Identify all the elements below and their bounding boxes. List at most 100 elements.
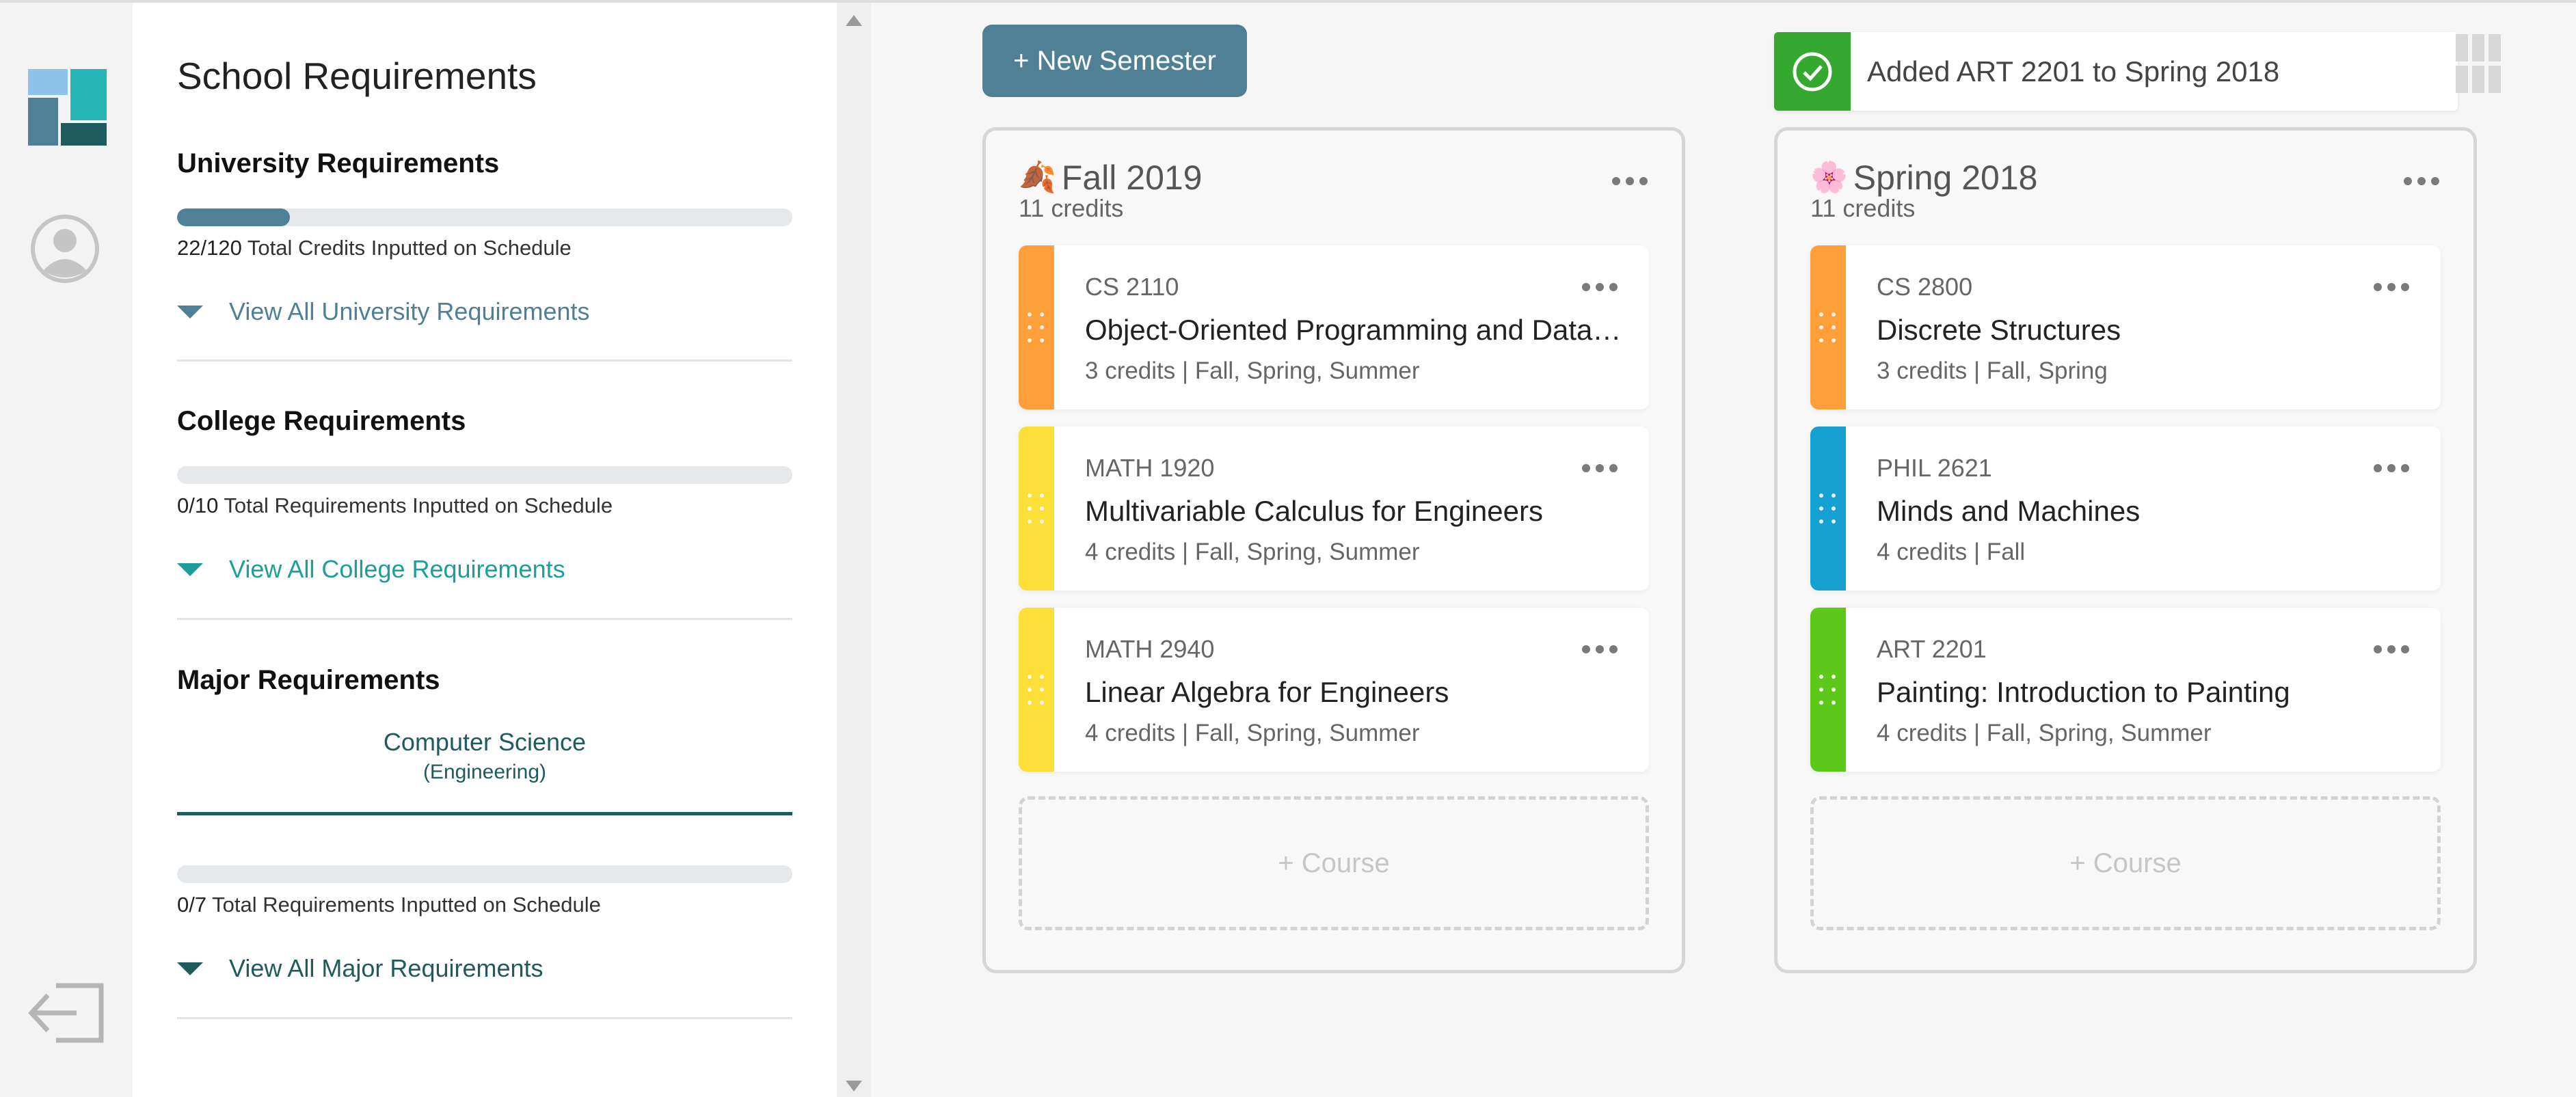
section-title: College Requirements [177,406,466,436]
triangle-down-icon [177,962,203,975]
major-tab-computer-science[interactable]: Computer Science (Engineering) [177,728,792,784]
drag-handle-icon[interactable] [1819,675,1837,707]
profile-avatar-icon[interactable] [29,213,100,284]
course-name: Minds and Machines [1877,495,2141,527]
semester-name: Fall 2019 [1061,159,1203,197]
panel-scrollbar[interactable] [837,3,871,1097]
university-requirements-section: University Requirements 22/120 Total Cre… [177,148,792,367]
course-meta: 3 credits | Fall, Spring [1877,357,2108,384]
flower-icon: 🌸 [1810,161,1848,194]
divider [177,1017,792,1019]
add-course-button[interactable]: + Course [1810,796,2441,930]
course-card[interactable]: MATH 2940 Linear Algebra for Engineers 4… [1019,608,1649,772]
course-meta: 4 credits | Fall [1877,539,2026,565]
course-name: Linear Algebra for Engineers [1085,676,1449,708]
course-card[interactable]: MATH 1920 Multivariable Calculus for Eng… [1019,426,1649,591]
course-meta: 4 credits | Fall, Spring, Summer [1877,720,2212,746]
course-card[interactable]: CS 2800 Discrete Structures 3 credits | … [1810,245,2441,409]
section-title: University Requirements [177,148,500,178]
course-menu-icon[interactable] [2374,283,2409,291]
course-code: CS 2110 [1085,273,1179,301]
semester-menu-icon[interactable] [1612,177,1648,185]
progress-count: 22/120 [177,236,242,260]
course-name: Discrete Structures [1877,314,2121,346]
progress-bar [177,208,792,226]
progress-text: 0/7 Total Requirements Inputted on Sched… [177,893,601,917]
course-code: PHIL 2621 [1877,454,1992,482]
course-code: MATH 2940 [1085,635,1215,663]
progress-count: 0/10 [177,493,219,517]
new-semester-button[interactable]: + New Semester [982,25,1247,97]
course-menu-icon[interactable] [2374,645,2409,653]
course-color-strip[interactable] [1810,608,1846,772]
course-meta: 4 credits | Fall, Spring, Summer [1085,720,1420,746]
course-name: Painting: Introduction to Painting [1877,676,2290,708]
semester-credits: 11 credits [1019,194,1124,222]
check-circle-icon [1774,32,1851,111]
add-course-button[interactable]: + Course [1019,796,1649,930]
course-menu-icon[interactable] [2374,464,2409,472]
semester-header: 🌸 Spring 2018 [1810,158,2037,198]
course-menu-icon[interactable] [1582,283,1618,291]
course-meta: 3 credits | Fall, Spring, Summer [1085,357,1420,384]
progress-label: Total Credits Inputted on Schedule [241,236,572,260]
semester-credits: 11 credits [1810,194,1916,222]
semester-menu-icon[interactable] [2404,177,2439,185]
progress-label: Total Requirements Inputted on Schedule [218,493,613,517]
link-label: View All College Requirements [229,555,565,583]
link-label: View All Major Requirements [229,954,544,982]
semester-header: 🍂 Fall 2019 [1019,158,1203,198]
nav-sidebar [0,3,133,1097]
drag-handle-icon[interactable] [1028,493,1045,526]
course-color-strip[interactable] [1019,245,1054,409]
scroll-down-arrow-icon[interactable] [846,1081,862,1092]
toast-message: Added ART 2201 to Spring 2018 [1867,55,2280,87]
progress-text: 0/10 Total Requirements Inputted on Sche… [177,493,613,518]
logout-icon[interactable] [27,979,106,1047]
course-name: Object-Oriented Programming and Data Str… [1085,314,1625,346]
course-card[interactable]: ART 2201 Painting: Introduction to Paint… [1810,608,2441,772]
course-color-strip[interactable] [1019,426,1054,591]
course-code: ART 2201 [1877,635,1987,663]
course-code: MATH 1920 [1085,454,1215,482]
section-title: Major Requirements [177,665,440,695]
divider [177,618,792,620]
major-name: Computer Science [383,728,587,756]
major-requirements-section: Major Requirements Computer Science (Eng… [177,665,792,1027]
leaf-icon: 🍂 [1019,161,1056,194]
course-name: Multivariable Calculus for Engineers [1085,495,1543,527]
view-college-requirements-link[interactable]: View All College Requirements [177,555,565,584]
progress-label: Total Requirements Inputted on Schedule [206,893,601,917]
drag-handle-icon[interactable] [1819,312,1837,345]
grid-view-icon[interactable] [2456,34,2501,96]
link-label: View All University Requirements [229,297,590,325]
course-card[interactable]: CS 2110 Object-Oriented Programming and … [1019,245,1649,409]
course-card[interactable]: PHIL 2621 Minds and Machines 4 credits |… [1810,426,2441,591]
course-code: CS 2800 [1877,273,1973,301]
view-major-requirements-link[interactable]: View All Major Requirements [177,954,544,983]
course-meta: 4 credits | Fall, Spring, Summer [1085,539,1420,565]
progress-bar-fill [177,208,290,226]
semester-card-spring-2018: 🌸 Spring 2018 11 credits CS 2800 Discret… [1774,127,2477,973]
drag-handle-icon[interactable] [1028,675,1045,707]
course-menu-icon[interactable] [1582,645,1618,653]
course-menu-icon[interactable] [1582,464,1618,472]
college-requirements-section: College Requirements 0/10 Total Requirem… [177,406,792,625]
app-logo-icon[interactable] [28,69,107,146]
progress-bar [177,865,792,883]
progress-bar [177,466,792,484]
panel-title: School Requirements [177,55,537,97]
drag-handle-icon[interactable] [1028,312,1045,345]
course-color-strip[interactable] [1810,245,1846,409]
divider [177,360,792,362]
progress-text: 22/120 Total Credits Inputted on Schedul… [177,236,572,260]
drag-handle-icon[interactable] [1819,493,1837,526]
triangle-down-icon [177,305,203,319]
course-color-strip[interactable] [1019,608,1054,772]
view-university-requirements-link[interactable]: View All University Requirements [177,297,590,326]
semester-card-fall-2019: 🍂 Fall 2019 11 credits CS 2110 Object-Or… [982,127,1685,973]
requirements-panel: School Requirements University Requireme… [133,3,837,1097]
scroll-up-arrow-icon[interactable] [846,15,862,26]
course-color-strip[interactable] [1810,426,1846,591]
progress-count: 0/7 [177,893,207,917]
